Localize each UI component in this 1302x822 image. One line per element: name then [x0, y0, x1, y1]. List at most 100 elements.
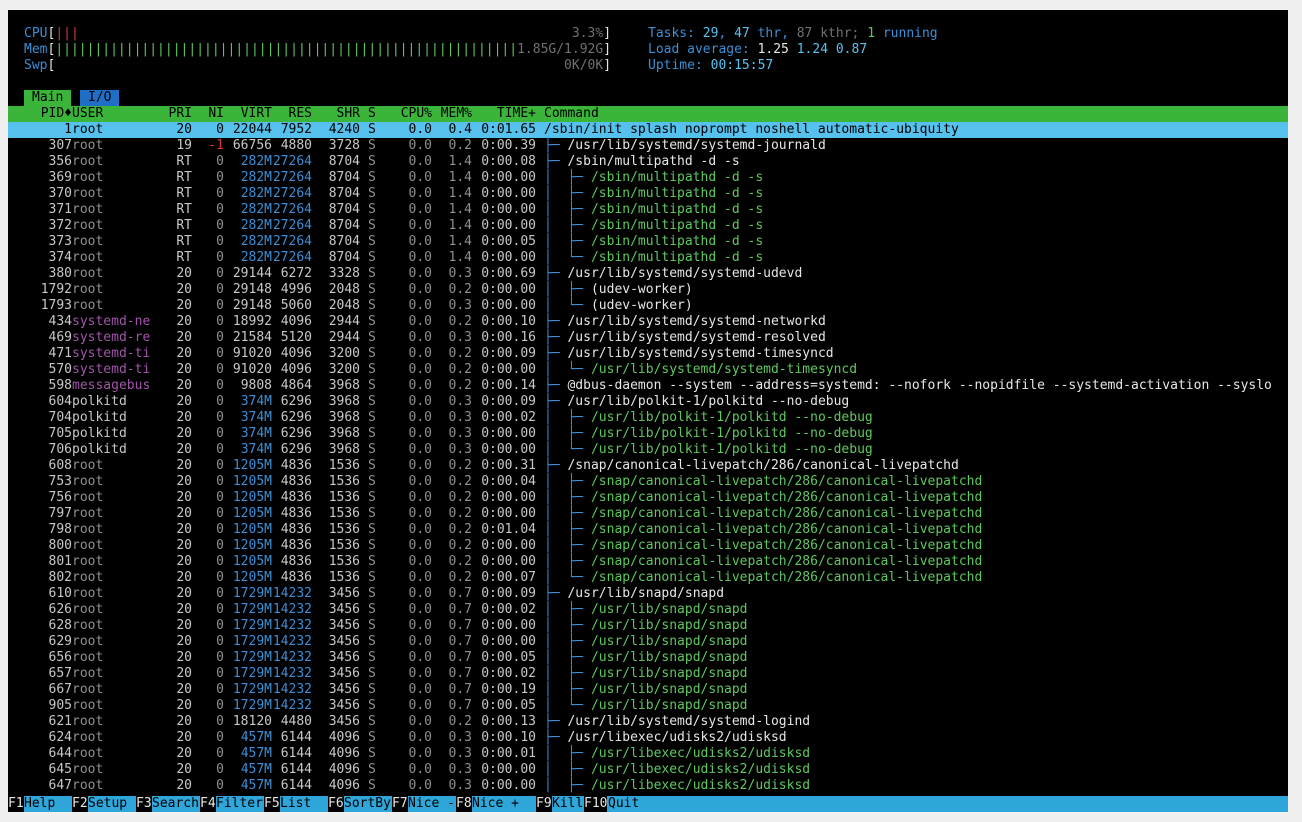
fkey-f4[interactable]: F4: [200, 796, 216, 812]
pid-cell: 371: [48, 202, 72, 217]
process-row[interactable]: 369 root RT 0 282M 27264 8704 S 0.0 1.4 0:00.00 │ ├…: [8, 170, 1288, 186]
tab-io[interactable]: I/O: [80, 90, 120, 106]
fkey-label-sortby[interactable]: SortBy: [344, 796, 391, 812]
fkey-f5[interactable]: F5: [264, 796, 280, 812]
pid-cell: 706: [48, 442, 72, 457]
fkey-f8[interactable]: F8: [456, 796, 472, 812]
col-command[interactable]: Command: [544, 106, 599, 122]
process-row[interactable]: 657 root 20 0 1729M 14232 3456 S 0.0 0.7 0:00.02 │ …: [8, 666, 1288, 682]
user-cell: root: [72, 298, 104, 313]
process-row[interactable]: 1 root 20 0 22044 7952 4240 S 0.0 0.4 0:01.65/sbin…: [8, 122, 1288, 138]
fkey-label-search[interactable]: Search: [152, 796, 199, 812]
fkey-label-filter[interactable]: Filter: [216, 796, 263, 812]
col-virt[interactable]: VIRT: [224, 106, 272, 122]
column-header[interactable]: PID♦ USER PRI NI VIRT RES SHR S CPU% MEM…: [8, 106, 1288, 122]
cpu-cell: 0.0: [408, 746, 432, 761]
process-row[interactable]: 706 polkitd 20 0 374M 6296 3968 S 0.0 0.3 0:00.00 │…: [8, 442, 1288, 458]
process-row[interactable]: 356 root RT 0 282M 27264 8704 S 0.0 1.4 0:00.08 ├─ …: [8, 154, 1288, 170]
process-row[interactable]: 621 root 20 0 18120 4480 3456 S 0.0 0.2 0:00.13 ├─ …: [8, 714, 1288, 730]
process-row[interactable]: 798 root 20 0 1205M 4836 1536 S 0.0 0.2 0:01.04 │ ├…: [8, 522, 1288, 538]
fkey-f2[interactable]: F2: [72, 796, 88, 812]
process-list[interactable]: 1 root 20 0 22044 7952 4240 S 0.0 0.4 0:01.65/sbin…: [8, 122, 1288, 794]
process-row[interactable]: 570 systemd-ti 20 0 91020 4096 3200 S 0.0 0.2 0:00…: [8, 362, 1288, 378]
col-state[interactable]: S: [368, 106, 376, 122]
process-row[interactable]: 704 polkitd 20 0 374M 6296 3968 S 0.0 0.3 0:00.02 │…: [8, 410, 1288, 426]
process-row[interactable]: 372 root RT 0 282M 27264 8704 S 0.0 1.4 0:00.00 │ ├…: [8, 218, 1288, 234]
process-row[interactable]: 608 root 20 0 1205M 4836 1536 S 0.0 0.2 0:00.31 ├─ …: [8, 458, 1288, 474]
col-user[interactable]: USER: [72, 106, 103, 122]
time-cell: 0:00.00: [481, 170, 536, 185]
tab-main[interactable]: Main: [24, 90, 72, 106]
process-row[interactable]: 371 root RT 0 282M 27264 8704 S 0.0 1.4 0:00.00 │ ├…: [8, 202, 1288, 218]
col-mem[interactable]: MEM%: [432, 106, 472, 122]
user-cell: systemd-ti: [72, 362, 151, 377]
fkey-label-help[interactable]: Help: [24, 796, 55, 812]
process-row[interactable]: 645 root 20 0 457M 6144 4096 S 0.0 0.3 0:00.00 │ ├─…: [8, 762, 1288, 778]
process-row[interactable]: 644 root 20 0 457M 6144 4096 S 0.0 0.3 0:00.01 │ ├─…: [8, 746, 1288, 762]
process-row[interactable]: 598 messagebus 20 0 9808 4864 3968 S 0.0 0.2 0:00.…: [8, 378, 1288, 394]
virt-cell: 66756: [232, 138, 272, 153]
process-row[interactable]: 434 systemd-ne 20 0 18992 4096 2944 S 0.0 0.2 0:00…: [8, 314, 1288, 330]
process-row[interactable]: 471 systemd-ti 20 0 91020 4096 3200 S 0.0 0.2 0:00…: [8, 346, 1288, 362]
tree-branch: ├─: [544, 138, 568, 153]
res-cell: 6296: [280, 426, 312, 441]
process-row[interactable]: 370 root RT 0 282M 27264 8704 S 0.0 1.4 0:00.00 │ ├…: [8, 186, 1288, 202]
col-pid[interactable]: PID♦: [32, 106, 72, 122]
fkey-f3[interactable]: F3: [136, 796, 152, 812]
process-row[interactable]: 610 root 20 0 1729M 14232 3456 S 0.0 0.7 0:00.09 ├─…: [8, 586, 1288, 602]
process-row[interactable]: 1792 root 20 0 29148 4996 2048 S 0.0 0.2 0:00.00 │ …: [8, 282, 1288, 298]
col-ni[interactable]: NI: [192, 106, 224, 122]
process-row[interactable]: 628 root 20 0 1729M 14232 3456 S 0.0 0.7 0:00.00 │ …: [8, 618, 1288, 634]
process-row[interactable]: 667 root 20 0 1729M 14232 3456 S 0.0 0.7 0:00.19 │ …: [8, 682, 1288, 698]
virt-cell: 1205M: [232, 538, 272, 553]
state-cell: S: [368, 634, 376, 649]
process-row[interactable]: 705 polkitd 20 0 374M 6296 3968 S 0.0 0.3 0:00.00 │…: [8, 426, 1288, 442]
state-cell: S: [368, 122, 376, 137]
fkey-f9[interactable]: F9: [536, 796, 552, 812]
process-row[interactable]: 604 polkitd 20 0 374M 6296 3968 S 0.0 0.3 0:00.09 ├…: [8, 394, 1288, 410]
shr-cell: 3968: [328, 394, 360, 409]
process-row[interactable]: 905 root 20 0 1729M 14232 3456 S 0.0 0.7 0:00.05 │ …: [8, 698, 1288, 714]
process-row[interactable]: 656 root 20 0 1729M 14232 3456 S 0.0 0.7 0:00.05 │ …: [8, 650, 1288, 666]
virt-cell: 1205M: [232, 554, 272, 569]
col-pri[interactable]: PRI: [160, 106, 192, 122]
process-row[interactable]: 797 root 20 0 1205M 4836 1536 S 0.0 0.2 0:00.00 │ ├…: [8, 506, 1288, 522]
terminal-window[interactable]: CPU[||| 3.3%] Mem[||||||||||||||||||||||…: [8, 10, 1288, 812]
fkey-label-nice[interactable]: Nice -: [408, 796, 455, 812]
process-row[interactable]: 1793 root 20 0 29148 5060 2048 S 0.0 0.3 0:00.00 │ …: [8, 298, 1288, 314]
process-row[interactable]: 380 root 20 0 29144 6272 3328 S 0.0 0.3 0:00.69 ├─ …: [8, 266, 1288, 282]
fkey-label-setup[interactable]: Setup: [88, 796, 127, 812]
process-row[interactable]: 629 root 20 0 1729M 14232 3456 S 0.0 0.7 0:00.00 │ …: [8, 634, 1288, 650]
state-cell: S: [368, 490, 376, 505]
col-shr[interactable]: SHR: [312, 106, 360, 122]
res-cell: 4836: [280, 570, 312, 585]
fkey-label-nice[interactable]: Nice +: [472, 796, 519, 812]
pri-cell: 20: [176, 378, 192, 393]
process-row[interactable]: 373 root RT 0 282M 27264 8704 S 0.0 1.4 0:00.05 │ ├…: [8, 234, 1288, 250]
process-row[interactable]: 801 root 20 0 1205M 4836 1536 S 0.0 0.2 0:00.00 │ ├…: [8, 554, 1288, 570]
process-row[interactable]: 753 root 20 0 1205M 4836 1536 S 0.0 0.2 0:00.04 │ ├…: [8, 474, 1288, 490]
col-time[interactable]: TIME+: [472, 106, 536, 122]
fkey-f6[interactable]: F6: [328, 796, 344, 812]
process-row[interactable]: 756 root 20 0 1205M 4836 1536 S 0.0 0.2 0:00.00 │ ├…: [8, 490, 1288, 506]
fkey-f7[interactable]: F7: [392, 796, 408, 812]
process-row[interactable]: 802 root 20 0 1205M 4836 1536 S 0.0 0.2 0:00.07 │ └…: [8, 570, 1288, 586]
process-row[interactable]: 307 root 19 -1 66756 4880 3728 S 0.0 0.2 0:00.39 ├─…: [8, 138, 1288, 154]
time-cell: 0:00.00: [481, 442, 536, 457]
fkey-label-list[interactable]: List: [280, 796, 311, 812]
col-cpu[interactable]: CPU%: [384, 106, 432, 122]
fkey-label-quit[interactable]: Quit: [608, 796, 639, 812]
virt-cell: 1729M: [232, 682, 272, 697]
process-row[interactable]: 800 root 20 0 1205M 4836 1536 S 0.0 0.2 0:00.00 │ ├…: [8, 538, 1288, 554]
fkey-label-kill[interactable]: Kill: [552, 796, 583, 812]
fkey-f10[interactable]: F10: [584, 796, 608, 812]
process-row[interactable]: 469 systemd-re 20 0 21584 5120 2944 S 0.0 0.3 0:00…: [8, 330, 1288, 346]
fkey-f1[interactable]: F1: [8, 796, 24, 812]
command-cell: ├─ /sbin/multipathd -d -s: [544, 154, 740, 170]
process-row[interactable]: 374 root RT 0 282M 27264 8704 S 0.0 1.4 0:00.00 │ └…: [8, 250, 1288, 266]
process-row[interactable]: 626 root 20 0 1729M 14232 3456 S 0.0 0.7 0:00.02 │ …: [8, 602, 1288, 618]
process-row[interactable]: 647 root 20 0 457M 6144 4096 S 0.0 0.3 0:00.00 │ ├─…: [8, 778, 1288, 794]
process-row[interactable]: 624 root 20 0 457M 6144 4096 S 0.0 0.3 0:00.10 ├─ /…: [8, 730, 1288, 746]
state-cell: S: [368, 330, 376, 345]
col-res[interactable]: RES: [272, 106, 312, 122]
